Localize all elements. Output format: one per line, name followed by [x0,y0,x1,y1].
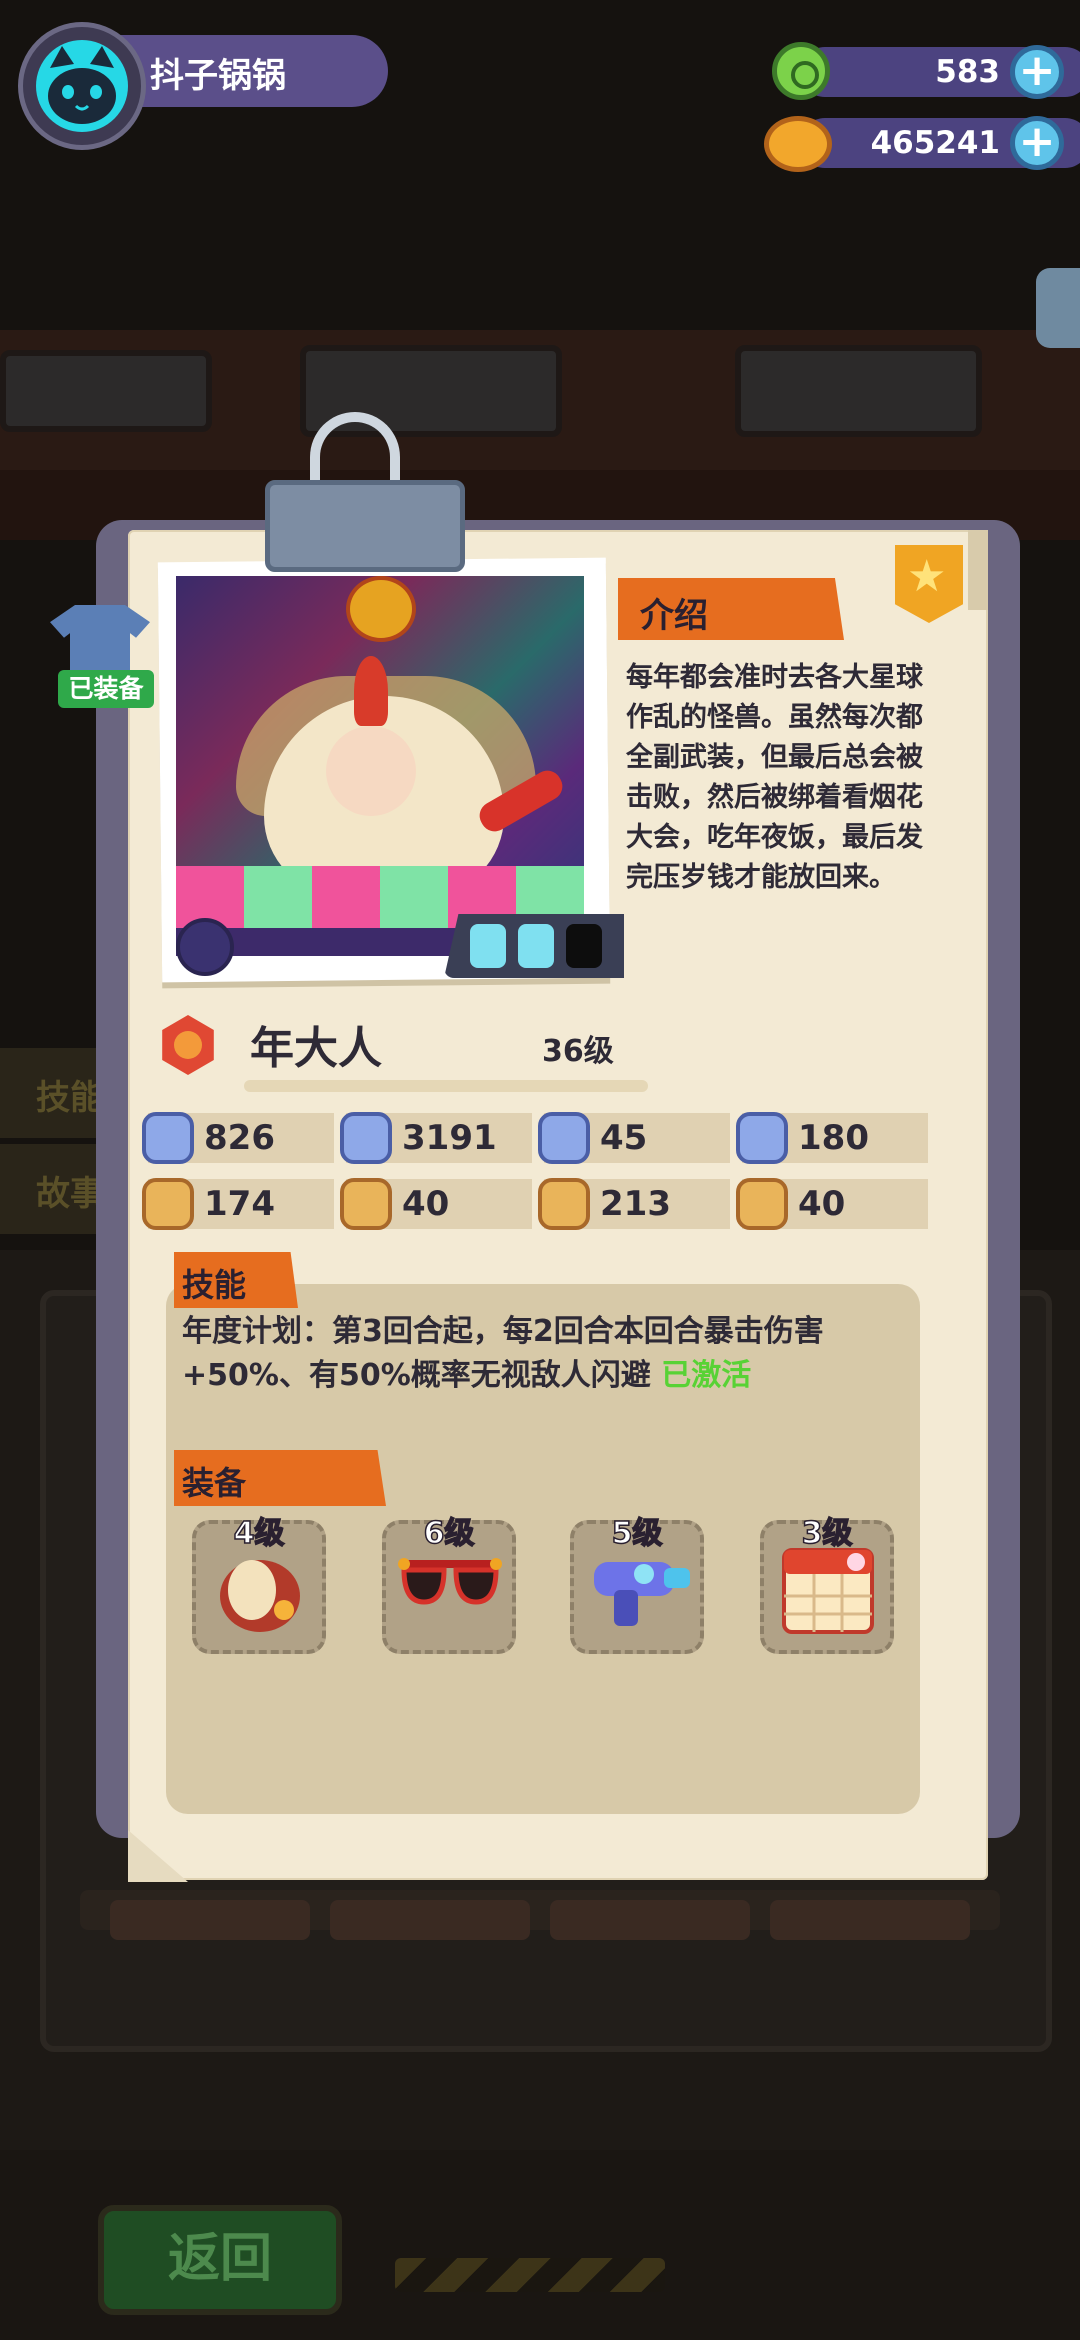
hazard-stripe [395,2258,665,2292]
side-clip-icon[interactable] [1036,268,1080,348]
add-coins-button[interactable]: + [1010,116,1064,170]
speed-shield-icon [736,1112,788,1164]
stat-value: 826 [204,1118,275,1158]
name-underline [244,1080,648,1092]
bg-card [550,1900,750,1940]
defense-shield-icon [538,1112,590,1164]
energy-empty-icon [566,924,602,968]
back-button[interactable]: 返回 [98,2205,342,2315]
equipment-level: 6级 [423,1515,475,1552]
lantern-icon [346,576,416,642]
stat-value: 40 [798,1184,846,1224]
paper-fold [968,530,988,610]
equipment-level: 4级 [233,1515,285,1552]
lion-mane-hat-icon [220,1560,300,1632]
calendar-icon [782,1548,874,1634]
equipment-level: 5级 [611,1515,663,1552]
green-gem-icon [772,42,830,100]
stat-value: 40 [402,1184,450,1224]
skill-status: 已激活 [661,1358,752,1393]
gem-count: 583 [935,54,1000,90]
equipped-badge: 已装备 [58,670,154,708]
brain-icon [736,1178,788,1230]
hero-portrait[interactable] [176,576,584,956]
bg-side-tab-label: 故事 [36,1174,104,1214]
water-gun-icon [594,1562,690,1626]
bg-card [330,1900,530,1940]
intro-title: 介绍 [640,596,708,636]
skill-title: 技能 [182,1266,247,1304]
energy-slots [444,914,624,978]
energy-filled-icon [518,924,554,968]
hero-level: 36级 [542,1034,614,1069]
planet-coin-icon [764,116,832,172]
fist-icon [142,1178,194,1230]
binder-clip [265,480,465,572]
energy-filled-icon [470,924,506,968]
cat-face-icon [48,46,116,124]
skill-description: 年度计划：第3回合起，每2回合本回合暴击伤害+50%、有50%概率无视敌人闪避 … [182,1310,912,1398]
muscle-icon [538,1178,590,1230]
sword-shield-icon [340,1112,392,1164]
equipment-title: 装备 [182,1464,247,1502]
bg-card [770,1900,970,1940]
hero-name: 年大人 [250,1023,382,1074]
avatar[interactable] [36,40,128,132]
stat-value: 180 [798,1118,869,1158]
bg-side-tab-label: 技能 [36,1078,104,1118]
stat-value: 174 [204,1184,275,1224]
stat-value: 45 [600,1118,648,1158]
add-gems-button[interactable]: + [1010,45,1064,99]
intro-text: 每年都会准时去各大星球作乱的怪兽。虽然每次都全副武装，但最后总会被击败，然后被绑… [626,662,923,893]
bg-window [0,350,212,432]
bg-card [110,1900,310,1940]
smile-icon [340,1178,392,1230]
stat-value: 3191 [402,1118,497,1158]
equipment-level: 3级 [801,1515,853,1552]
heart-sunglasses-icon [398,1558,502,1605]
monster-face [326,726,416,816]
player-name: 抖子锅锅 [150,56,286,96]
bg-window [735,345,982,437]
stat-value: 213 [600,1184,671,1224]
star-icon: ★ [907,551,947,602]
planet-icon [176,918,234,976]
heart-shield-icon [142,1112,194,1164]
monster-horn [354,656,388,726]
